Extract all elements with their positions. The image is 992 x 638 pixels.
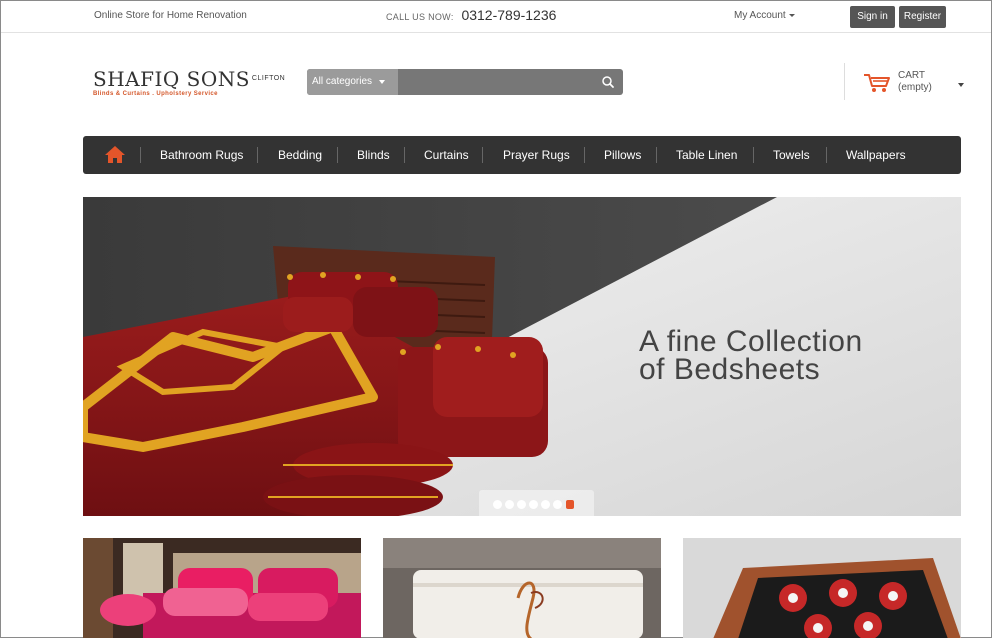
nav-item-curtains[interactable]: Curtains (424, 136, 469, 174)
nav-item-pillows[interactable]: Pillows (604, 136, 641, 174)
category-tile-towels[interactable] (383, 538, 661, 638)
chevron-down-icon (788, 13, 795, 17)
slider-pager (479, 490, 594, 516)
cart-dropdown[interactable]: CART (empty) (863, 69, 973, 97)
cart-divider (844, 63, 845, 100)
table-linen-image (683, 538, 961, 638)
call-label: CALL US NOW: (386, 12, 454, 22)
phone-number[interactable]: 0312-789-1236 (461, 7, 556, 23)
call-us: CALL US NOW: 0312-789-1236 (386, 7, 556, 23)
slider-dot[interactable] (553, 500, 562, 509)
cart-label: CART (empty) (898, 70, 932, 94)
hero-caption-line2: of Bedsheets (639, 353, 821, 386)
hero-caption-line1: A fine Collection (639, 325, 863, 358)
logo-tagline: Blinds & Curtains . Upholstery Service (93, 91, 218, 97)
bedding-image (83, 538, 361, 638)
chevron-down-icon (958, 83, 964, 87)
slider-dot[interactable] (517, 500, 526, 509)
my-account-dropdown[interactable]: My Account (734, 10, 795, 21)
sign-in-button[interactable]: Sign in (850, 6, 895, 28)
nav-item-wallpapers[interactable]: Wallpapers (846, 136, 906, 174)
nav-separator (337, 147, 338, 163)
home-icon[interactable] (104, 145, 126, 164)
slider-dot-active[interactable] (566, 500, 574, 509)
logo-wordmark: SHAFIQ SONS CLIFTON (93, 67, 286, 91)
towels-image (383, 538, 661, 638)
chevron-down-icon (379, 80, 385, 84)
register-button[interactable]: Register (899, 6, 946, 28)
hero-slider[interactable]: A fine Collection of Bedsheets (83, 197, 961, 516)
cart-status: (empty) (898, 82, 932, 93)
nav-item-table-linen[interactable]: Table Linen (676, 136, 737, 174)
nav-item-bedding[interactable]: Bedding (278, 136, 322, 174)
nav-separator (656, 147, 657, 163)
category-select[interactable]: All categories (307, 69, 398, 95)
search-icon (602, 76, 614, 88)
category-select-label: All categories (312, 76, 373, 87)
nav-separator (482, 147, 483, 163)
nav-separator (826, 147, 827, 163)
search-bar: All categories (307, 69, 623, 95)
nav-item-towels[interactable]: Towels (773, 136, 810, 174)
top-bar: Online Store for Home Renovation CALL US… (1, 1, 991, 33)
nav-separator (140, 147, 141, 163)
slider-dot[interactable] (493, 500, 502, 509)
nav-item-blinds[interactable]: Blinds (357, 136, 390, 174)
cart-icon (864, 74, 890, 92)
cart-title: CART (898, 70, 926, 81)
nav-item-prayer-rugs[interactable]: Prayer Rugs (503, 136, 570, 174)
nav-separator (257, 147, 258, 163)
search-input[interactable] (398, 69, 593, 95)
slider-dot[interactable] (541, 500, 550, 509)
store-tagline: Online Store for Home Renovation (94, 10, 247, 21)
nav-separator (404, 147, 405, 163)
slider-dot[interactable] (529, 500, 538, 509)
nav-item-bathroom-rugs[interactable]: Bathroom Rugs (160, 136, 243, 174)
slider-dot[interactable] (505, 500, 514, 509)
nav-separator (753, 147, 754, 163)
category-tile-bedding[interactable] (83, 538, 361, 638)
hero-caption: A fine Collection of Bedsheets (639, 325, 863, 386)
site-logo[interactable]: SHAFIQ SONS CLIFTON Blinds & Curtains . U… (93, 67, 286, 104)
main-nav: Bathroom Rugs Bedding Blinds Curtains Pr… (83, 136, 961, 174)
nav-separator (584, 147, 585, 163)
category-tile-table-linen[interactable] (683, 538, 961, 638)
my-account-label: My Account (734, 10, 786, 21)
search-button[interactable] (593, 69, 623, 95)
